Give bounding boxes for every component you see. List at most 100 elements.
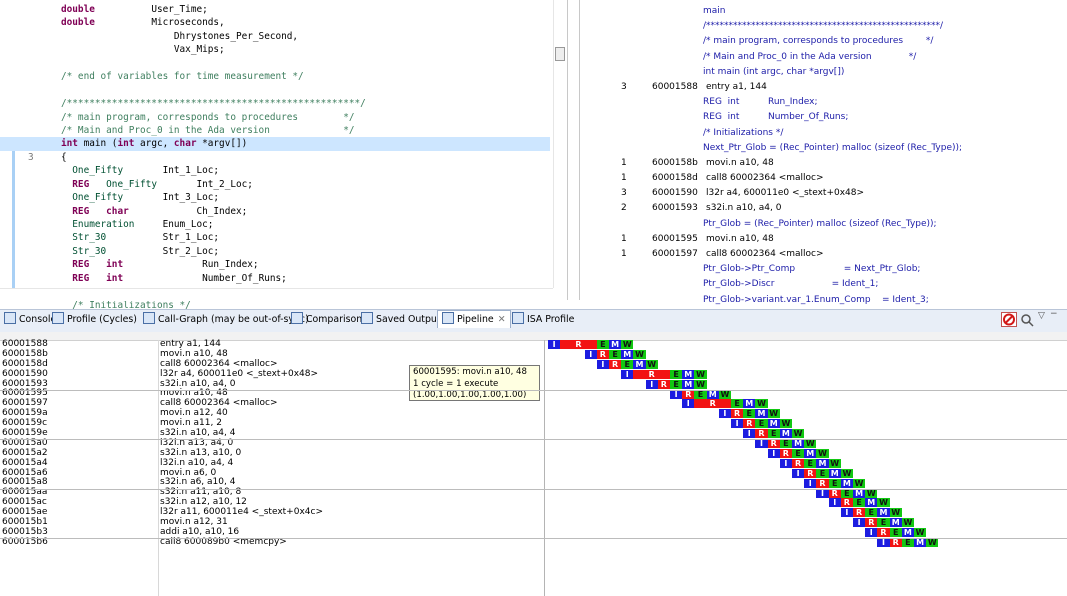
pipeline-stage-W[interactable]: W <box>914 528 927 538</box>
pipeline-stage-I[interactable]: I <box>670 389 683 399</box>
disassembly-source-line[interactable]: /* Main and Proc_0 in the Ada version */ <box>579 50 1049 65</box>
pipeline-stage-M[interactable]: M <box>901 528 914 538</box>
pipeline-stage-M[interactable]: M <box>706 389 719 399</box>
disassembly-source-line[interactable]: Ptr_Glob->variant.var_1.Enum_Comp = Iden… <box>579 293 1049 308</box>
pipeline-row[interactable]: 600015b6 call8 600089b0 <memcpy> <box>0 537 544 548</box>
pipeline-stage-R[interactable]: R <box>828 488 841 498</box>
pipeline-stage-E[interactable]: E <box>670 369 683 379</box>
pipeline-stage-W[interactable]: W <box>816 448 829 458</box>
pipeline-row[interactable]: 600015ae l32r a11, 600011e4 <_stext+0x4c> <box>0 507 544 518</box>
source-line[interactable]: REG int Number_Of_Runs; <box>0 272 550 285</box>
source-line[interactable]: double Microseconds, <box>0 16 550 29</box>
pipeline-stage-I[interactable]: I <box>548 340 561 349</box>
pipeline-stage-I[interactable]: I <box>731 419 744 429</box>
pipeline-stage-M[interactable]: M <box>865 498 878 508</box>
pipeline-stage-I[interactable]: I <box>743 429 756 439</box>
pipeline-stage-W[interactable]: W <box>877 498 890 508</box>
source-line[interactable]: /* main program, corresponds to procedur… <box>0 111 550 124</box>
pipeline-stage-I[interactable]: I <box>792 468 805 478</box>
pipeline-stage-R[interactable]: R <box>853 508 866 518</box>
pipeline-stage-R[interactable]: R <box>682 389 695 399</box>
pipeline-stage-I[interactable]: I <box>865 528 878 538</box>
pipeline-row[interactable]: 6000159e s32i.n a10, a4, 4 <box>0 428 544 439</box>
source-line[interactable]: /* end of variables for time measurement… <box>0 70 550 83</box>
source-line[interactable]: Vax_Mips; <box>0 43 550 56</box>
pipeline-stage-I[interactable]: I <box>804 478 817 488</box>
pipeline-stage-R[interactable]: R <box>877 528 890 538</box>
pipeline-stage-M[interactable]: M <box>828 468 841 478</box>
pipeline-stage-I[interactable]: I <box>755 439 768 448</box>
disassembly-source-line[interactable]: Ptr_Glob->Ptr_Comp = Next_Ptr_Glob; <box>579 262 1049 277</box>
pipeline-stage-R[interactable]: R <box>694 399 731 409</box>
tab-pipeline[interactable]: Pipeline ✕ <box>437 310 511 328</box>
pipeline-stage-W[interactable]: W <box>853 478 866 488</box>
pipeline-stage-W[interactable]: W <box>828 458 841 468</box>
pipeline-stage-R[interactable]: R <box>779 448 792 458</box>
pipeline-stage-E[interactable]: E <box>743 409 756 419</box>
tab-isa-profile[interactable]: ISA Profile <box>512 311 574 328</box>
disassembly-source-line[interactable]: Ptr_Glob = (Rec_Pointer) malloc (sizeof … <box>579 217 1049 232</box>
pipeline-stage-R[interactable]: R <box>816 478 829 488</box>
pipeline-stage-W[interactable]: W <box>755 399 768 409</box>
pipeline-stage-E[interactable]: E <box>755 419 768 429</box>
disassembly-source-line[interactable]: Ptr_Glob->Discr = Ident_1; <box>579 277 1049 292</box>
pipeline-stage-M[interactable]: M <box>755 409 768 419</box>
pipeline-stage-M[interactable]: M <box>609 340 622 349</box>
pipeline-stage-R[interactable]: R <box>889 538 902 547</box>
pipeline-stage-E[interactable]: E <box>596 340 609 349</box>
pipeline-stage-E[interactable]: E <box>804 458 817 468</box>
source-line[interactable]: REG char Ch_Index; <box>0 205 550 218</box>
pipeline-row[interactable]: 6000159a movi.n a12, 40 <box>0 408 544 419</box>
tab-saved-output[interactable]: Saved Output <box>361 311 441 328</box>
pipeline-stage-R[interactable]: R <box>657 379 670 389</box>
disassembly-instruction[interactable]: 1 60001597 call8 60002364 <malloc> <box>579 247 1049 262</box>
pipeline-row[interactable]: 600015a4 l32i.n a10, a4, 4 <box>0 458 544 469</box>
pipeline-stage-M[interactable]: M <box>779 429 792 439</box>
pipeline-stage-E[interactable]: E <box>694 389 707 399</box>
source-line[interactable]: Str_30 Str_1_Loc; <box>0 231 550 244</box>
pipeline-stage-R[interactable]: R <box>731 409 744 419</box>
pipeline-stage-I[interactable]: I <box>645 379 658 389</box>
pipeline-stage-W[interactable]: W <box>889 508 902 518</box>
pipeline-stage-E[interactable]: E <box>792 448 805 458</box>
editor-horizontal-scrollbar[interactable] <box>0 288 553 301</box>
pipeline-row[interactable] <box>0 548 544 558</box>
pipeline-stage-E[interactable]: E <box>779 439 792 448</box>
disassembly-instruction[interactable]: 2 60001593 s32i.n a10, a4, 0 <box>579 201 1049 216</box>
pipeline-stage-I[interactable]: I <box>682 399 695 409</box>
source-line[interactable]: Dhrystones_Per_Second, <box>0 30 550 43</box>
pipeline-stage-W[interactable]: W <box>792 429 805 439</box>
pipeline-stage-E[interactable]: E <box>865 508 878 518</box>
source-line[interactable]: int main (int argc, char *argv[]) <box>0 137 550 151</box>
disassembly-instruction[interactable]: 3 60001590 l32r a4, 600011e0 <_stext+0x48> <box>579 186 1049 201</box>
pipeline-stage-M[interactable]: M <box>840 478 853 488</box>
source-line[interactable]: /* Main and Proc_0 in the Ada version */ <box>0 124 550 137</box>
view-menu-icon[interactable]: ▽ <box>1038 311 1048 323</box>
pipeline-stage-I[interactable]: I <box>828 498 841 508</box>
pipeline-row[interactable]: 600015a2 s32i.n a13, a10, 0 <box>0 448 544 459</box>
pipeline-stage-W[interactable]: W <box>633 349 646 359</box>
source-line[interactable]: 3{ <box>0 151 550 164</box>
search-icon[interactable] <box>1020 313 1034 327</box>
pipeline-stage-M[interactable]: M <box>914 538 927 547</box>
pipeline-stage-R[interactable]: R <box>743 419 756 429</box>
source-line[interactable]: double User_Time; <box>0 3 550 16</box>
pipeline-stage-I[interactable]: I <box>840 508 853 518</box>
disassembly-source-line[interactable]: /* Initializations */ <box>579 126 1049 141</box>
disassembly-source-line[interactable]: REG int Run_Index; <box>579 95 1049 110</box>
pipeline-stage-M[interactable]: M <box>816 458 829 468</box>
disassembly-source-line[interactable]: REG int Number_Of_Runs; <box>579 110 1049 125</box>
pipeline-stage-R[interactable]: R <box>609 359 622 369</box>
pipeline-stage-M[interactable]: M <box>743 399 756 409</box>
pipeline-stage-M[interactable]: M <box>767 419 780 429</box>
pipeline-stage-W[interactable]: W <box>645 359 658 369</box>
pipeline-stage-E[interactable]: E <box>853 498 866 508</box>
source-line[interactable]: Enumeration Enum_Loc; <box>0 218 550 231</box>
pipeline-stage-E[interactable]: E <box>621 359 634 369</box>
pipeline-stage-I[interactable]: I <box>596 359 609 369</box>
source-line[interactable] <box>0 84 550 97</box>
pipeline-stage-M[interactable]: M <box>889 518 902 528</box>
pipeline-stage-E[interactable]: E <box>609 349 622 359</box>
pipeline-stage-E[interactable]: E <box>816 468 829 478</box>
pipeline-stage-R[interactable]: R <box>840 498 853 508</box>
